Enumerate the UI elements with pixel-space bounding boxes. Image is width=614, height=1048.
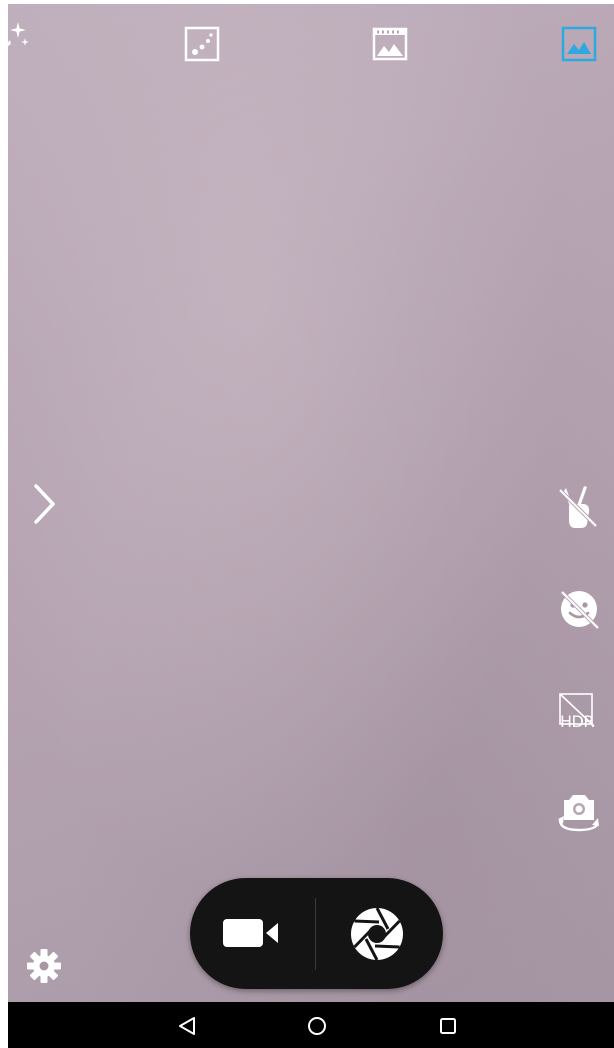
camera-switch-icon[interactable] (554, 786, 604, 836)
dots-frame-icon[interactable] (184, 26, 220, 62)
recents-square-icon[interactable] (436, 1014, 460, 1038)
chevron-right-icon[interactable] (32, 482, 58, 526)
image-icon[interactable] (561, 26, 597, 62)
camera-viewfinder[interactable]: HDR (8, 4, 614, 1002)
filmstrip-image-icon[interactable] (372, 26, 408, 62)
victory-hand-off-icon[interactable] (554, 482, 604, 532)
video-camera-icon[interactable] (220, 908, 284, 958)
navigation-bar (8, 1002, 614, 1048)
home-circle-icon[interactable] (305, 1014, 329, 1038)
back-triangle-icon[interactable] (176, 1014, 200, 1038)
shutter-bar (190, 878, 443, 989)
smile-off-icon[interactable] (554, 584, 604, 634)
sparkle-icon[interactable] (8, 20, 34, 52)
shutter-divider (315, 898, 316, 970)
gear-icon[interactable] (24, 946, 64, 986)
aperture-icon[interactable] (348, 905, 406, 963)
hdr-off-icon[interactable]: HDR (554, 684, 604, 734)
hdr-label: HDR (560, 712, 594, 731)
